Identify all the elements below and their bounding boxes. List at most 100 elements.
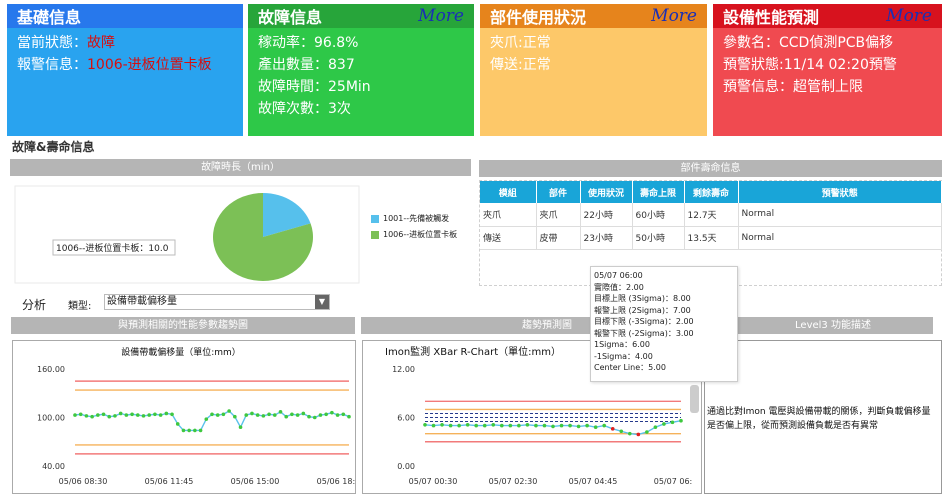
data-point[interactable]	[610, 427, 615, 431]
data-point[interactable]	[130, 412, 134, 417]
data-point[interactable]	[204, 417, 209, 421]
data-point[interactable]	[284, 414, 289, 419]
data-point[interactable]	[653, 425, 658, 429]
data-point[interactable]	[175, 422, 180, 426]
data-point[interactable]	[551, 424, 555, 429]
data-point[interactable]	[187, 428, 191, 433]
data-point[interactable]	[153, 412, 157, 417]
data-point[interactable]	[670, 420, 675, 425]
data-point[interactable]	[517, 423, 521, 428]
data-point[interactable]	[312, 415, 317, 420]
section-title: 故障&壽命信息	[12, 140, 95, 154]
data-point[interactable]	[227, 409, 231, 413]
data-point[interactable]	[431, 423, 436, 428]
data-point[interactable]	[457, 423, 461, 428]
data-point[interactable]	[307, 414, 311, 419]
data-point[interactable]	[295, 413, 300, 417]
data-point[interactable]	[602, 423, 606, 428]
data-point[interactable]	[90, 414, 94, 419]
data-point[interactable]	[135, 413, 140, 417]
data-point[interactable]	[448, 423, 453, 428]
type-select[interactable]: 設備帶載偏移量 ▼	[104, 294, 330, 310]
performance-predict-card: 設備性能預測 More 參數名：CCD偵測PCB偏移 預警狀態:11/14 02:…	[713, 4, 942, 136]
legend-item-1001[interactable]: 1001--先備被觸发	[371, 213, 457, 224]
data-point[interactable]	[585, 423, 589, 428]
data-point[interactable]	[290, 412, 294, 417]
data-point[interactable]	[568, 423, 572, 428]
data-point[interactable]	[500, 423, 504, 428]
data-point[interactable]	[96, 413, 100, 417]
data-point[interactable]	[255, 413, 260, 417]
data-point[interactable]	[619, 429, 624, 434]
data-point[interactable]	[250, 411, 254, 416]
data-point[interactable]	[465, 422, 470, 427]
fault-more-link[interactable]: More	[418, 6, 464, 26]
parts-more-link[interactable]: More	[651, 6, 697, 26]
data-point[interactable]	[474, 423, 478, 428]
data-point[interactable]	[210, 412, 214, 417]
data-point[interactable]	[261, 414, 266, 418]
fault-count: 故障次數：3次	[258, 101, 351, 117]
col-remaining: 剩餘壽命	[684, 181, 739, 203]
data-point[interactable]	[576, 424, 581, 429]
data-point[interactable]	[525, 422, 530, 427]
data-point[interactable]	[73, 413, 77, 417]
data-point[interactable]	[482, 423, 487, 428]
data-point[interactable]	[335, 413, 340, 417]
data-point[interactable]	[124, 413, 129, 417]
table-row[interactable]: 夾爪 夾爪 22小時 60小時 12.7天 Normal	[480, 203, 942, 227]
data-point[interactable]	[198, 428, 203, 433]
data-point[interactable]	[534, 423, 538, 428]
predict-more-link[interactable]: More	[886, 6, 932, 26]
data-point[interactable]	[233, 414, 237, 419]
data-point[interactable]	[645, 430, 649, 434]
data-point[interactable]	[170, 412, 174, 417]
data-point[interactable]	[628, 431, 632, 436]
data-point[interactable]	[347, 414, 351, 419]
data-point[interactable]	[113, 414, 117, 418]
data-point[interactable]	[330, 410, 334, 415]
data-point[interactable]	[636, 432, 641, 437]
table-row[interactable]: 傳送 皮帶 23小時 50小時 13.5天 Normal	[480, 226, 942, 250]
data-point[interactable]	[341, 412, 346, 417]
data-point[interactable]	[542, 423, 547, 428]
type-label: 類型:	[68, 301, 92, 312]
data-point[interactable]	[244, 413, 249, 417]
legend-item-1006[interactable]: 1006--进板位置卡板	[371, 229, 457, 240]
data-point[interactable]	[423, 422, 427, 427]
data-point[interactable]	[101, 412, 106, 417]
data-point[interactable]	[559, 423, 564, 428]
data-point[interactable]	[158, 413, 163, 417]
data-point[interactable]	[679, 418, 683, 423]
data-point[interactable]	[278, 410, 283, 414]
data-point[interactable]	[301, 411, 306, 416]
data-point[interactable]	[272, 413, 277, 417]
data-point[interactable]	[324, 412, 328, 417]
data-point[interactable]	[164, 411, 169, 416]
data-point[interactable]	[181, 428, 186, 433]
data-point[interactable]	[491, 422, 496, 427]
data-point[interactable]	[141, 414, 146, 418]
data-point[interactable]	[78, 412, 83, 417]
data-point[interactable]	[267, 412, 271, 417]
fault-info-title: 故障信息	[258, 8, 323, 27]
data-point[interactable]	[318, 413, 323, 417]
chevron-down-icon[interactable]: ▼	[315, 295, 329, 309]
data-point[interactable]	[221, 412, 226, 417]
data-point[interactable]	[508, 423, 513, 428]
data-point[interactable]	[662, 422, 666, 426]
data-point[interactable]	[440, 422, 444, 427]
data-point[interactable]	[84, 414, 89, 418]
status-value: 故障	[87, 35, 115, 51]
data-point[interactable]	[238, 425, 243, 429]
chart-scrollbar[interactable]	[690, 385, 699, 413]
data-point[interactable]	[215, 413, 220, 417]
data-point[interactable]	[593, 425, 598, 429]
parts-life-table: 模組 部件 使用狀況 壽命上限 剩餘壽命 預警狀態 夾爪 夾爪 22小時 60小時 12…	[480, 181, 942, 250]
data-point[interactable]	[147, 413, 152, 417]
col-module: 模組	[480, 181, 537, 203]
data-point[interactable]	[118, 411, 123, 416]
data-point[interactable]	[193, 428, 197, 433]
x-tick-label: 05/07 02:30	[489, 477, 538, 486]
data-point[interactable]	[107, 414, 112, 419]
